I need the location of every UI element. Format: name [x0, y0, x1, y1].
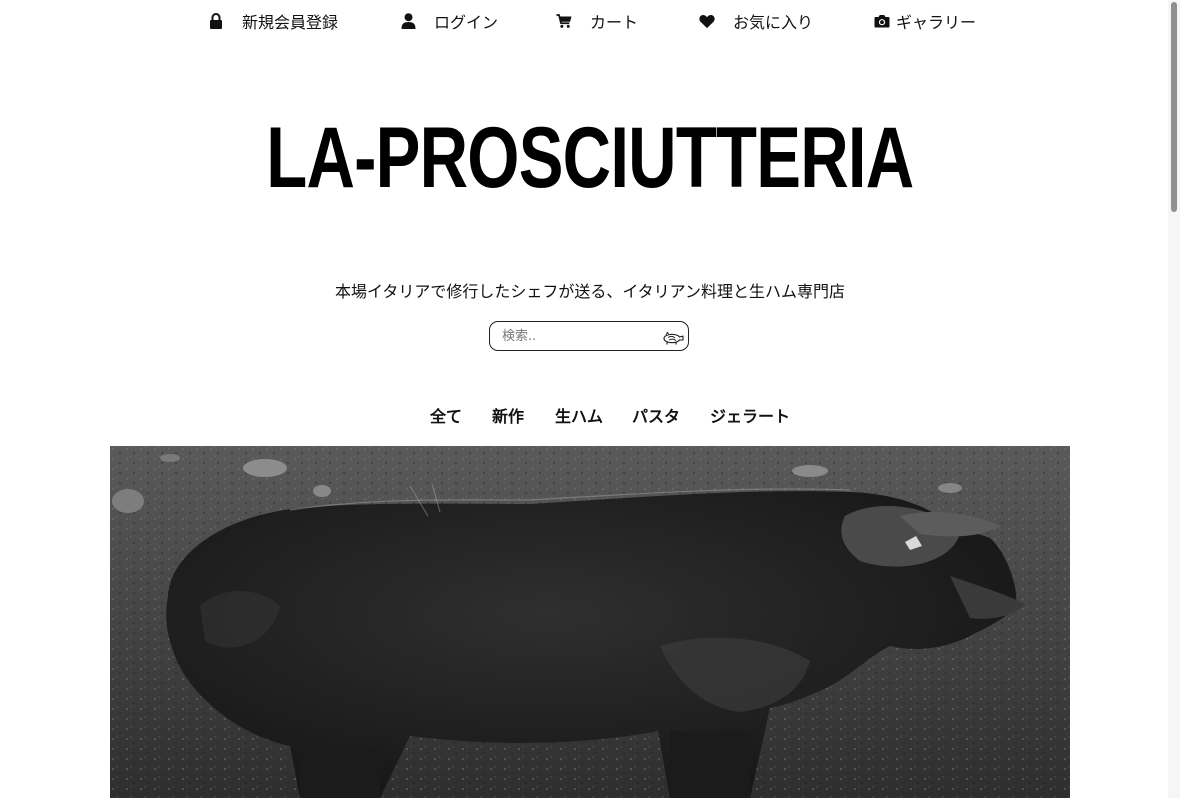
login-label: ログイン — [434, 13, 499, 32]
site-title-text: LA-PROSCIUTTERIA — [266, 110, 914, 206]
cart-icon — [556, 13, 572, 29]
category-all[interactable]: 全て — [430, 404, 462, 430]
pig-photo — [110, 446, 1070, 798]
search-box — [489, 321, 689, 351]
camera-icon — [874, 13, 890, 29]
search-icon[interactable] — [662, 330, 684, 345]
lock-icon — [208, 13, 224, 29]
category-gelato[interactable]: ジェラート — [710, 404, 790, 430]
gallery-link[interactable]: ギャラリー — [874, 9, 976, 33]
user-icon — [400, 13, 416, 29]
favorites-link[interactable]: お気に入り — [699, 9, 813, 33]
register-link[interactable]: 新規会員登録 — [208, 9, 338, 33]
register-label: 新規会員登録 — [242, 13, 339, 32]
search-input[interactable] — [502, 325, 662, 347]
top-nav: 新規会員登録 ログイン カート お気に入り ギャラリー — [0, 0, 1168, 42]
category-prosciutto[interactable]: 生ハム — [555, 404, 603, 430]
category-nav: 全て 新作 生ハム パスタ ジェラート — [0, 404, 1180, 430]
category-new[interactable]: 新作 — [492, 404, 524, 430]
favorites-label: お気に入り — [733, 13, 814, 32]
cart-label: カート — [590, 13, 639, 32]
hero-image — [110, 446, 1070, 798]
tagline: 本場イタリアで修行したシェフが送る、イタリアン料理と生ハム専門店 — [334, 282, 846, 301]
cart-link[interactable]: カート — [556, 9, 638, 33]
site-title[interactable]: LA-PROSCIUTTERIA — [0, 112, 1180, 204]
category-pasta[interactable]: パスタ — [632, 404, 680, 430]
scrollbar-thumb[interactable] — [1171, 2, 1177, 212]
scrollbar[interactable] — [1168, 0, 1180, 798]
gallery-label: ギャラリー — [896, 13, 977, 32]
page: 新規会員登録 ログイン カート お気に入り ギャラリー LA-PROSCIUTT… — [0, 0, 1180, 798]
login-link[interactable]: ログイン — [400, 9, 498, 33]
heart-icon — [699, 13, 715, 29]
